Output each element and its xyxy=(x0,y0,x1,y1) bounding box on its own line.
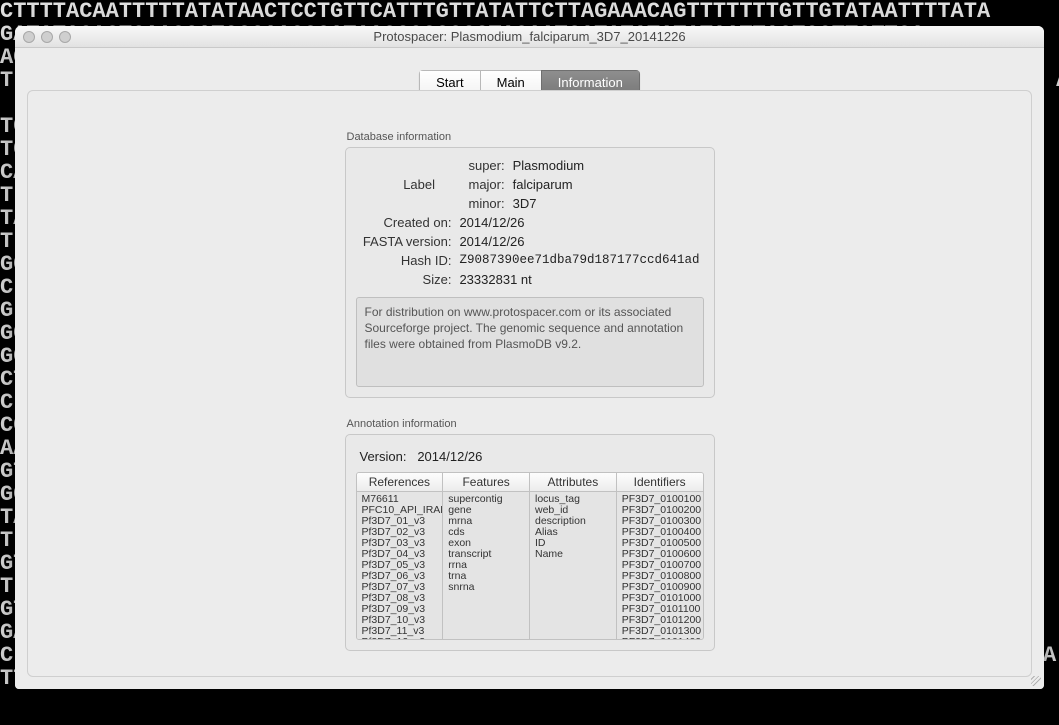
minor-label: minor: xyxy=(439,194,509,213)
annotation-version-label: Version: xyxy=(360,449,407,464)
app-window: Protospacer: Plasmodium_falciparum_3D7_2… xyxy=(15,26,1044,689)
size-value: 23332831 nt xyxy=(455,270,703,289)
fasta-version-value: 2014/12/26 xyxy=(455,232,703,251)
content-area: Database information super: Plasmodium L… xyxy=(15,48,1044,689)
resize-grip-icon[interactable] xyxy=(1028,673,1042,687)
hash-id-value: Z9087390ee71dba79d187177ccd641ad xyxy=(455,251,703,270)
label-caption-text: Label xyxy=(356,175,440,194)
tab-bar: Start Main Information xyxy=(15,48,1044,95)
window-titlebar[interactable]: Protospacer: Plasmodium_falciparum_3D7_2… xyxy=(15,26,1044,48)
attributes-list[interactable]: locus_tag web_id description Alias ID Na… xyxy=(530,492,616,639)
references-list[interactable]: M76611 PFC10_API_IRAB Pf3D7_01_v3 Pf3D7_… xyxy=(357,492,443,639)
attributes-header[interactable]: Attributes xyxy=(530,473,616,492)
minor-value: 3D7 xyxy=(509,194,704,213)
features-header[interactable]: Features xyxy=(443,473,529,492)
created-on-label: Created on: xyxy=(356,213,456,232)
major-value: falciparum xyxy=(509,175,704,194)
identifiers-header[interactable]: Identifiers xyxy=(617,473,703,492)
annotation-info-title: Annotation information xyxy=(345,418,715,434)
size-label: Size: xyxy=(356,270,456,289)
hash-id-label: Hash ID: xyxy=(356,251,456,270)
references-column: References M76611 PFC10_API_IRAB Pf3D7_0… xyxy=(357,473,444,639)
annotation-info-group: Annotation information Version: 2014/12/… xyxy=(345,418,715,651)
features-column: Features supercontig gene mrna cds exon … xyxy=(443,473,530,639)
features-list[interactable]: supercontig gene mrna cds exon transcrip… xyxy=(443,492,529,639)
major-label: major: xyxy=(439,175,509,194)
label-caption xyxy=(356,156,440,175)
inner-panel: Database information super: Plasmodium L… xyxy=(27,90,1032,677)
database-info-group: Database information super: Plasmodium L… xyxy=(345,131,715,398)
database-info-title: Database information xyxy=(345,131,715,147)
super-label: super: xyxy=(439,156,509,175)
identifiers-list[interactable]: PF3D7_0100100 PF3D7_0100200 PF3D7_010030… xyxy=(617,492,703,639)
fasta-version-label: FASTA version: xyxy=(356,232,456,251)
super-value: Plasmodium xyxy=(509,156,704,175)
references-header[interactable]: References xyxy=(357,473,443,492)
description-textbox[interactable]: For distribution on www.protospacer.com … xyxy=(356,297,704,387)
identifiers-column: Identifiers PF3D7_0100100 PF3D7_0100200 … xyxy=(617,473,703,639)
annotation-columns: References M76611 PFC10_API_IRAB Pf3D7_0… xyxy=(356,472,704,640)
created-on-value: 2014/12/26 xyxy=(455,213,703,232)
window-title: Protospacer: Plasmodium_falciparum_3D7_2… xyxy=(15,29,1044,44)
annotation-version-value: 2014/12/26 xyxy=(417,449,482,464)
attributes-column: Attributes locus_tag web_id description … xyxy=(530,473,617,639)
